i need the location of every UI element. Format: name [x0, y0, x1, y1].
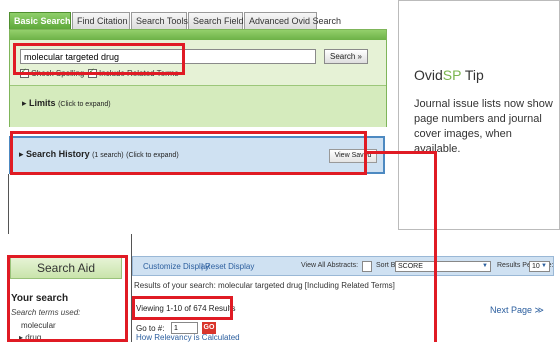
tip-body: Journal issue lists now show page number… — [414, 98, 553, 155]
annotation-box-search-input — [13, 43, 185, 75]
tip-brand-highlight: SP — [442, 67, 462, 83]
tip-brand-prefix: Ovid — [414, 67, 443, 83]
tab-search-fields[interactable]: Search Fields — [188, 12, 248, 29]
chevron-down-icon: ▼ — [482, 263, 488, 269]
annotation-connector-horizontal — [367, 151, 437, 154]
tab-basic-search[interactable]: Basic Search — [9, 12, 71, 29]
sort-by-value: SCORE — [398, 263, 423, 270]
ovid-tip-title: OvidSP Tip — [414, 67, 484, 83]
toolbar-divider: | — [201, 262, 204, 271]
results-per-page-value: 10 — [532, 263, 540, 270]
tab-find-citation[interactable]: Find Citation — [72, 12, 130, 29]
middle-separator — [131, 234, 132, 342]
reset-display-link[interactable]: Reset Display — [205, 262, 254, 271]
chevron-down-icon: ▼ — [541, 263, 547, 269]
view-all-abstracts-checkbox[interactable] — [362, 261, 372, 272]
annotation-box-search-aid — [7, 255, 128, 342]
annotation-connector-vertical — [434, 151, 437, 342]
results-per-page-select[interactable]: 10 ▼ — [529, 261, 550, 272]
expand-arrow-icon: ▸ — [22, 98, 27, 108]
left-separator — [8, 174, 9, 234]
tip-panel: OvidSP Tip Journal issue lists now show … — [398, 0, 560, 230]
search-panel-topbar — [10, 30, 386, 40]
limits-label: Limits — [29, 98, 56, 108]
results-toolbar: Customize Display | Reset Display View A… — [132, 256, 554, 276]
limits-hint: (Click to expand) — [58, 101, 111, 108]
goto-label: Go to #: — [136, 324, 165, 333]
limits-bar[interactable]: ▸ Limits (Click to expand) — [10, 85, 386, 127]
annotation-box-search-history — [10, 131, 367, 175]
tip-brand-suffix: Tip — [461, 67, 484, 83]
results-summary: Results of your search: molecular target… — [134, 281, 395, 290]
search-button[interactable]: Search » — [324, 49, 368, 64]
tab-advanced-ovid-search[interactable]: Advanced Ovid Search — [244, 12, 341, 29]
next-page-link[interactable]: Next Page ≫ — [490, 305, 544, 316]
customize-display-link[interactable]: Customize Display — [143, 262, 209, 271]
annotation-box-viewing-count — [132, 296, 233, 320]
relevancy-link[interactable]: How Relevancy is Calculated — [136, 333, 240, 342]
tab-search-tools[interactable]: Search Tools — [131, 12, 188, 29]
view-all-abstracts-label: View All Abstracts: — [301, 262, 359, 269]
sort-by-select[interactable]: SCORE ▼ — [395, 261, 491, 272]
